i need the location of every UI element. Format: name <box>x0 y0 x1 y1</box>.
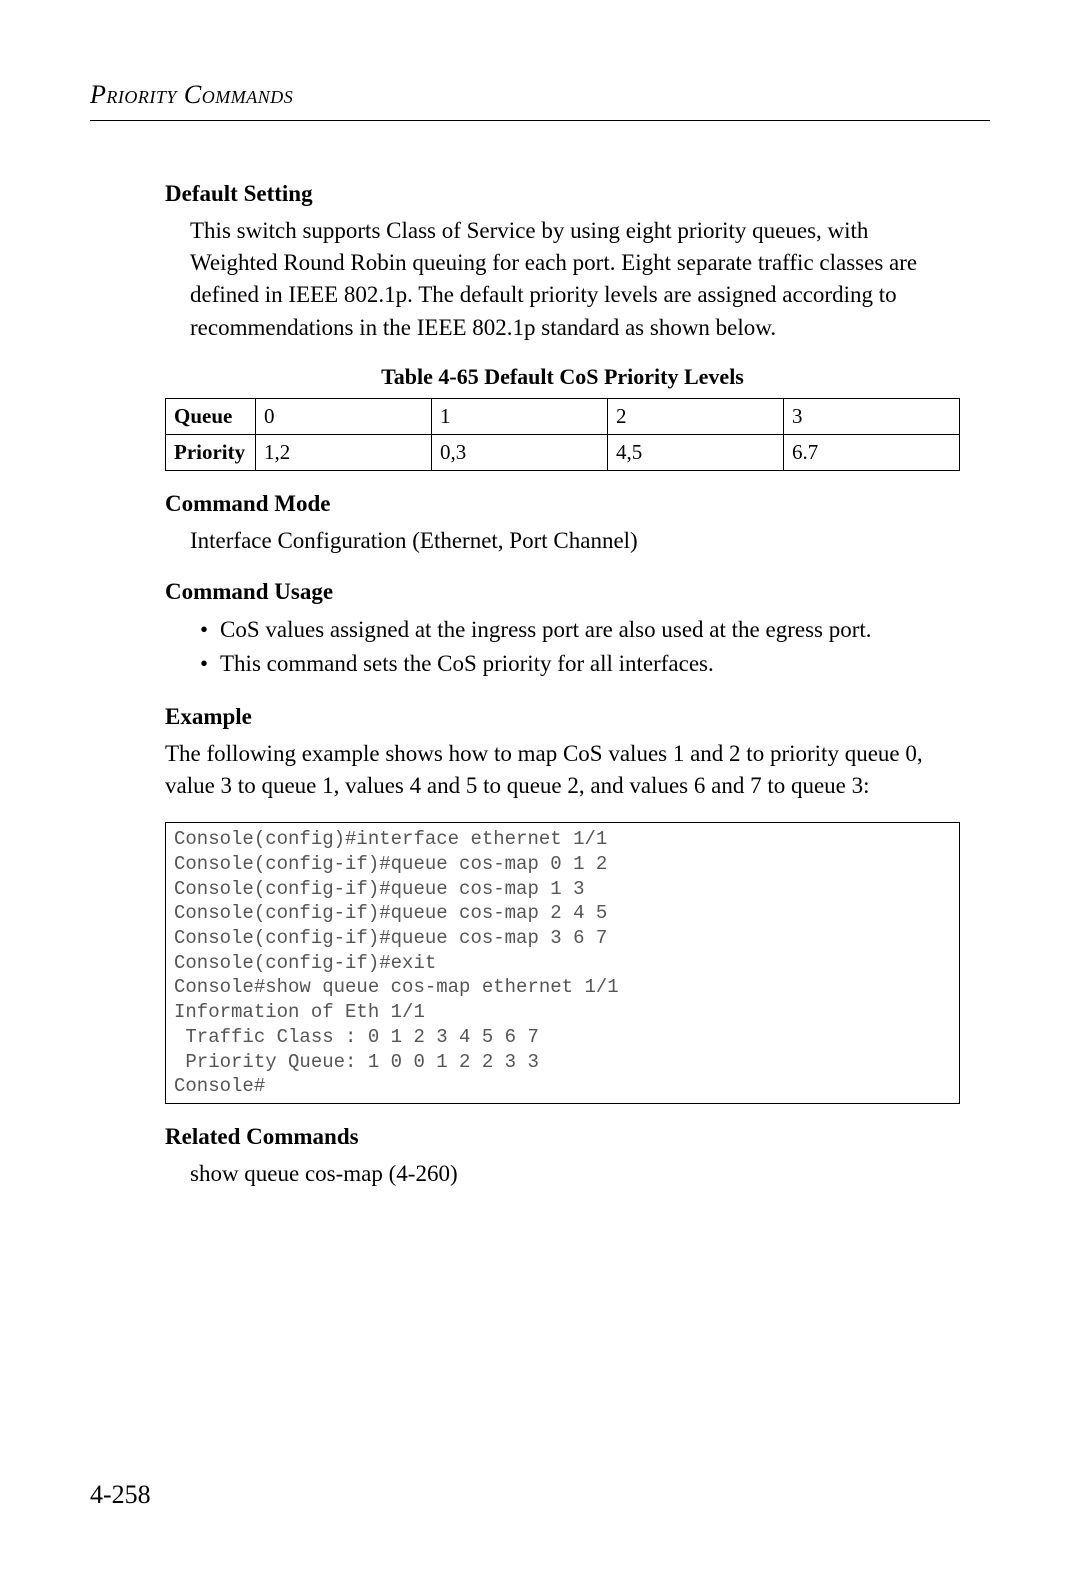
table-cell: 2 <box>608 398 784 434</box>
related-commands-text: show queue cos-map (4-260) <box>165 1158 960 1190</box>
cos-priority-table: Queue 0 1 2 3 Priority 1,2 0,3 4,5 6.7 <box>165 398 960 471</box>
default-setting-text: This switch supports Class of Service by… <box>165 215 960 344</box>
list-item: CoS values assigned at the ingress port … <box>200 613 960 648</box>
example-text: The following example shows how to map C… <box>165 738 960 802</box>
list-item: This command sets the CoS priority for a… <box>200 647 960 682</box>
page-content: Default Setting This switch supports Cla… <box>90 181 990 1190</box>
default-setting-heading: Default Setting <box>165 181 960 207</box>
table-cell: 0,3 <box>432 434 608 470</box>
table-cell: 1,2 <box>256 434 432 470</box>
table-cell-label: Priority <box>166 434 256 470</box>
related-commands-heading: Related Commands <box>165 1124 960 1150</box>
table-cell: 6.7 <box>784 434 960 470</box>
table-cell: 0 <box>256 398 432 434</box>
example-code: Console(config)#interface ethernet 1/1 C… <box>165 822 960 1104</box>
command-mode-heading: Command Mode <box>165 491 960 517</box>
table-row: Priority 1,2 0,3 4,5 6.7 <box>166 434 960 470</box>
page-header: Priority Commands <box>90 80 990 110</box>
table-cell: 1 <box>432 398 608 434</box>
table-row: Queue 0 1 2 3 <box>166 398 960 434</box>
page-number: 4-258 <box>90 1480 151 1510</box>
command-usage-heading: Command Usage <box>165 579 960 605</box>
table-cell-label: Queue <box>166 398 256 434</box>
table-cell: 3 <box>784 398 960 434</box>
header-rule <box>90 120 990 121</box>
table-caption: Table 4-65 Default CoS Priority Levels <box>165 364 960 390</box>
table-cell: 4,5 <box>608 434 784 470</box>
command-usage-list: CoS values assigned at the ingress port … <box>165 613 960 682</box>
example-heading: Example <box>165 704 960 730</box>
command-mode-text: Interface Configuration (Ethernet, Port … <box>165 525 960 557</box>
